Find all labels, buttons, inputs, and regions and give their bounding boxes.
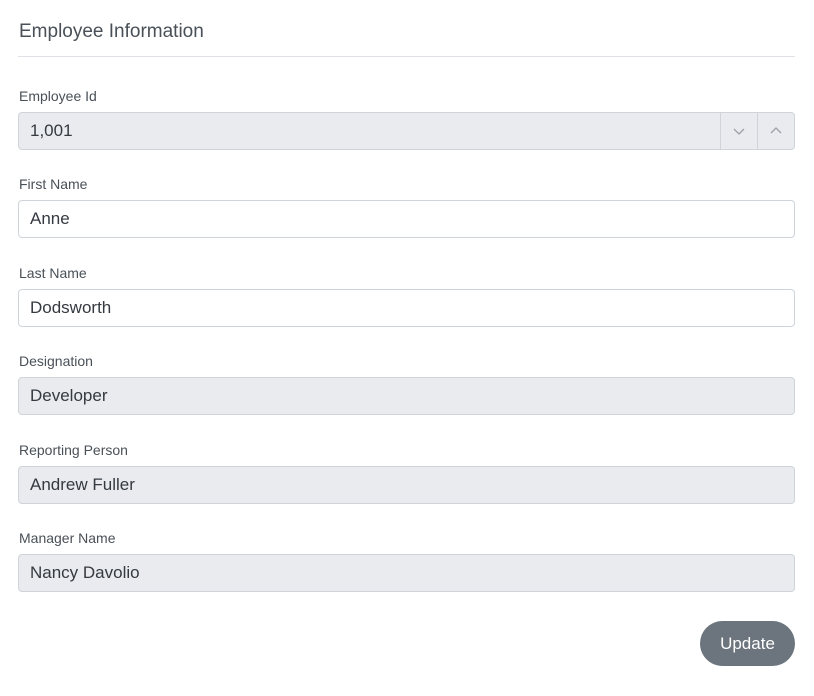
last-name-label: Last Name [19,265,87,281]
chevron-up-icon [770,127,782,134]
reporting-person-label: Reporting Person [19,442,128,458]
reporting-person-box [18,466,795,504]
designation-box [18,377,795,415]
employee-id-input[interactable] [30,113,710,149]
employee-id-numeric-box [18,112,795,150]
first-name-box [18,200,795,238]
manager-name-input[interactable] [30,555,710,591]
first-name-input[interactable] [30,201,710,237]
update-button[interactable]: Update [700,621,795,666]
first-name-label: First Name [19,176,88,192]
last-name-box [18,289,795,327]
manager-name-box [18,554,795,592]
spin-up-button[interactable] [757,113,794,149]
form-header: Employee Information [18,19,795,57]
employee-id-label: Employee Id [19,88,97,104]
designation-input[interactable] [30,378,710,414]
reporting-person-input[interactable] [30,467,710,503]
form-title: Employee Information [19,21,204,42]
manager-name-label: Manager Name [19,530,116,546]
last-name-input[interactable] [30,290,710,326]
chevron-down-icon [733,128,745,135]
spin-down-button[interactable] [720,113,757,149]
designation-label: Designation [19,353,93,369]
